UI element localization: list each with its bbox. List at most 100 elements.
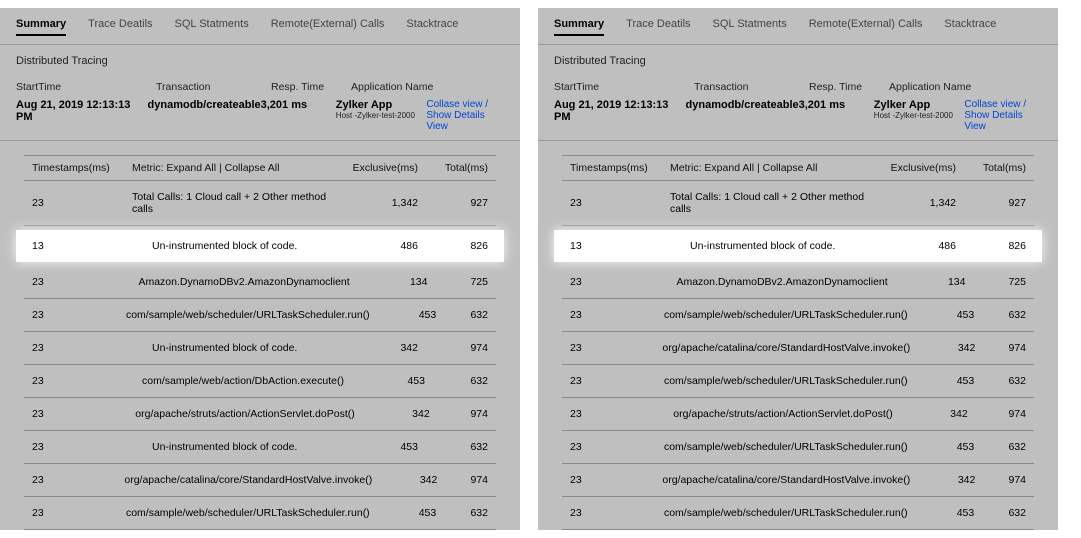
- header-resp-time: Resp. Time: [809, 81, 889, 93]
- summary-app-host: Host -Zylker-test-2000: [336, 111, 421, 120]
- summary-app-host: Host -Zylker-test-2000: [874, 111, 959, 120]
- row-total: 974: [975, 474, 1026, 486]
- row-exclusive: 453: [908, 507, 975, 519]
- tabs-bar: Summary Trace Deatils SQL Statments Remo…: [538, 8, 1058, 45]
- row-timestamp: 23: [32, 408, 115, 420]
- header-start-time: StartTime: [554, 81, 694, 93]
- collapse-view-link[interactable]: Collase view /: [964, 99, 1042, 110]
- row-timestamp: 23: [32, 441, 132, 453]
- trace-header-metric: Metric: Expand All | Collapse All: [670, 162, 866, 174]
- show-details-view-link[interactable]: Show Details View: [964, 110, 1042, 132]
- table-row[interactable]: 23com/sample/web/action/DbAction.execute…: [24, 365, 496, 398]
- table-row[interactable]: 23Amazon.DynamoDBv2.AmazonDynamoclient13…: [562, 266, 1034, 299]
- row-exclusive: 453: [370, 507, 437, 519]
- row-metric: com/sample/web/scheduler/URLTaskSchedule…: [644, 441, 908, 453]
- row-metric: org/apache/struts/action/ActionServlet.d…: [653, 408, 892, 420]
- table-row[interactable]: 23Total Calls: 1 Cloud call + 2 Other me…: [24, 181, 496, 226]
- table-row[interactable]: 23Amazon.DynamoDBv2.AmazonDynamoclient13…: [24, 266, 496, 299]
- row-timestamp: 23: [570, 375, 644, 387]
- expand-all-link[interactable]: Expand All: [704, 162, 754, 174]
- row-timestamp: 23: [32, 507, 106, 519]
- tab-trace-details[interactable]: Trace Deatils: [88, 18, 152, 36]
- row-timestamp: 23: [32, 342, 132, 354]
- row-total: 974: [975, 342, 1026, 354]
- trace-headers-row: Timestamps(ms) Metric: Expand All | Coll…: [24, 155, 496, 181]
- row-total: 974: [437, 474, 488, 486]
- row-metric: org/apache/catalina/core/StandardHostVal…: [642, 342, 910, 354]
- table-row[interactable]: 23com/sample/web/scheduler/URLTaskSchedu…: [24, 299, 496, 332]
- table-row[interactable]: 23org/apache/struts/action/ActionServlet…: [562, 398, 1034, 431]
- row-metric: Amazon.DynamoDBv2.AmazonDynamoclient: [118, 276, 349, 288]
- table-row[interactable]: 23Un-instrumented block of code.342974: [24, 332, 496, 365]
- table-row[interactable]: 23Total Calls: 1 Cloud call + 2 Other me…: [562, 181, 1034, 226]
- table-row[interactable]: 23Un-instrumented block of code.453632: [24, 431, 496, 464]
- table-row[interactable]: 23com/sample/web/scheduler/URLTaskSchedu…: [24, 497, 496, 530]
- summary-headers: StartTime Transaction Resp. Time Applica…: [0, 71, 520, 97]
- tab-stacktrace[interactable]: Stacktrace: [944, 18, 996, 36]
- header-transaction: Transaction: [156, 81, 271, 93]
- collapse-all-link[interactable]: Collapse All: [225, 162, 280, 174]
- tab-summary[interactable]: Summary: [16, 18, 66, 36]
- row-exclusive: 342: [372, 474, 437, 486]
- table-row[interactable]: 23org/apache/catalina/core/StandardHostV…: [562, 332, 1034, 365]
- table-row[interactable]: 23com/sample/web/scheduler/URLTaskSchedu…: [562, 365, 1034, 398]
- row-timestamp: 13: [32, 240, 132, 252]
- summary-app-block: Zylker App Host -Zylker-test-2000: [874, 99, 959, 120]
- table-row[interactable]: 23com/sample/web/scheduler/URLTaskSchedu…: [562, 497, 1034, 530]
- row-exclusive: 134: [888, 276, 966, 288]
- row-total: 826: [956, 240, 1026, 252]
- table-row[interactable]: 23com/sample/web/scheduler/URLTaskSchedu…: [562, 299, 1034, 332]
- tab-summary[interactable]: Summary: [554, 18, 604, 36]
- row-timestamp: 23: [570, 474, 642, 486]
- row-exclusive: 453: [908, 309, 975, 321]
- row-exclusive: 453: [344, 375, 425, 387]
- row-metric: Un-instrumented block of code.: [670, 240, 866, 252]
- table-row[interactable]: 23org/apache/catalina/core/StandardHostV…: [562, 464, 1034, 497]
- row-metric: org/apache/catalina/core/StandardHostVal…: [104, 474, 372, 486]
- row-timestamp: 23: [32, 474, 104, 486]
- row-timestamp: 23: [570, 309, 644, 321]
- header-resp-time: Resp. Time: [271, 81, 351, 93]
- row-total: 632: [436, 507, 488, 519]
- row-timestamp: 23: [32, 197, 132, 209]
- row-total: 826: [418, 240, 488, 252]
- row-exclusive: 453: [370, 309, 437, 321]
- tab-sql-statements[interactable]: SQL Statments: [175, 18, 249, 36]
- collapse-all-link[interactable]: Collapse All: [763, 162, 818, 174]
- tab-sql-statements[interactable]: SQL Statments: [713, 18, 787, 36]
- table-row[interactable]: 13Un-instrumented block of code.486826: [554, 230, 1042, 262]
- trace-header-timestamps: Timestamps(ms): [32, 162, 132, 174]
- row-total: 632: [425, 375, 488, 387]
- row-metric: com/sample/web/scheduler/URLTaskSchedule…: [106, 507, 370, 519]
- tab-remote-calls[interactable]: Remote(External) Calls: [271, 18, 385, 36]
- header-app-name: Application Name: [351, 81, 451, 93]
- tabs-bar: Summary Trace Deatils SQL Statments Remo…: [0, 8, 520, 45]
- row-exclusive: 1,342: [866, 197, 956, 209]
- table-row[interactable]: 23com/sample/web/scheduler/URLTaskSchedu…: [562, 431, 1034, 464]
- row-exclusive: 342: [910, 342, 975, 354]
- expand-all-link[interactable]: Expand All: [166, 162, 216, 174]
- row-metric: com/sample/web/scheduler/URLTaskSchedule…: [644, 309, 908, 321]
- row-total: 632: [436, 309, 488, 321]
- collapse-view-link[interactable]: Collase view /: [426, 99, 504, 110]
- summary-start-time: Aug 21, 2019 12:13:13 PM: [16, 99, 148, 123]
- row-total: 927: [956, 197, 1026, 209]
- tab-remote-calls[interactable]: Remote(External) Calls: [809, 18, 923, 36]
- trace-header-total: Total(ms): [418, 162, 488, 174]
- trace-header-exclusive: Exclusive(ms): [328, 162, 418, 174]
- table-row[interactable]: 23org/apache/struts/action/ActionServlet…: [24, 398, 496, 431]
- row-exclusive: 453: [908, 375, 975, 387]
- row-metric: com/sample/web/action/DbAction.execute(): [122, 375, 344, 387]
- dual-panel-container: Summary Trace Deatils SQL Statments Remo…: [0, 0, 1081, 538]
- tab-stacktrace[interactable]: Stacktrace: [406, 18, 458, 36]
- show-details-view-link[interactable]: Show Details View: [426, 110, 504, 132]
- table-row[interactable]: 13Un-instrumented block of code.486826: [16, 230, 504, 262]
- tab-trace-details[interactable]: Trace Deatils: [626, 18, 690, 36]
- row-exclusive: 453: [328, 441, 418, 453]
- trace-headers-row: Timestamps(ms) Metric: Expand All | Coll…: [562, 155, 1034, 181]
- row-timestamp: 23: [570, 441, 644, 453]
- table-row[interactable]: 23org/apache/catalina/core/StandardHostV…: [24, 464, 496, 497]
- header-app-name: Application Name: [889, 81, 989, 93]
- row-exclusive: 342: [355, 408, 430, 420]
- row-timestamp: 23: [570, 197, 670, 209]
